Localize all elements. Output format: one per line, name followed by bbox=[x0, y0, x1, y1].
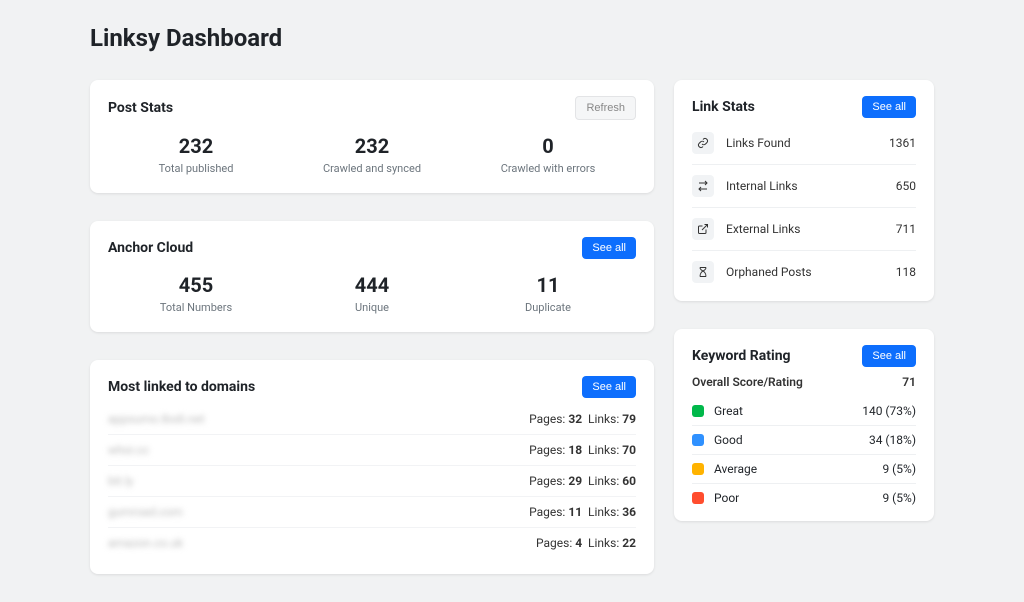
rating-value: 9 (5%) bbox=[882, 491, 916, 505]
domain-meta: Pages: 11 Links: 36 bbox=[529, 505, 636, 519]
rating-label: Great bbox=[714, 404, 743, 418]
external-icon bbox=[692, 218, 714, 240]
keyword-rating-row: Average 9 (5%) bbox=[692, 455, 916, 484]
keyword-rating-heading: Keyword Rating bbox=[692, 348, 791, 364]
post-stats-row: 232 Total published 232 Crawled and sync… bbox=[108, 130, 636, 177]
link-icon bbox=[692, 132, 714, 154]
domain-meta: Pages: 29 Links: 60 bbox=[529, 474, 636, 488]
post-stats-value: 232 bbox=[108, 134, 284, 158]
rating-value: 140 (73%) bbox=[862, 404, 916, 418]
rating-swatch bbox=[692, 405, 704, 417]
post-stats-card: Post Stats Refresh 232 Total published 2… bbox=[90, 80, 654, 193]
link-stats-row[interactable]: Orphaned Posts 118 bbox=[692, 251, 916, 285]
keyword-rating-row: Great 140 (73%) bbox=[692, 397, 916, 426]
orphan-icon bbox=[692, 261, 714, 283]
domain-row[interactable]: whoi.cc Pages: 18 Links: 70 bbox=[108, 435, 636, 466]
link-stats-card: Link Stats See all Links Found 1361 Intern… bbox=[674, 80, 934, 301]
domain-meta: Pages: 32 Links: 79 bbox=[529, 412, 636, 426]
anchor-cloud-value: 444 bbox=[284, 273, 460, 297]
anchor-cloud-row: 455 Total Numbers 444 Unique 11 Duplicat… bbox=[108, 269, 636, 316]
anchor-cloud-heading: Anchor Cloud bbox=[108, 240, 193, 256]
post-stats-value: 0 bbox=[460, 134, 636, 158]
link-stats-heading: Link Stats bbox=[692, 99, 755, 115]
keyword-rating-row: Good 34 (18%) bbox=[692, 426, 916, 455]
domain-row[interactable]: amazon.co.uk Pages: 4 Links: 22 bbox=[108, 528, 636, 558]
post-stats-value: 232 bbox=[284, 134, 460, 158]
see-all-button[interactable]: See all bbox=[582, 237, 636, 259]
link-stats-label: External Links bbox=[726, 222, 800, 236]
domain-name: bit.ly bbox=[108, 474, 133, 488]
anchor-cloud-card: Anchor Cloud See all 455 Total Numbers 4… bbox=[90, 221, 654, 332]
domain-row[interactable]: bit.ly Pages: 29 Links: 60 bbox=[108, 466, 636, 497]
domains-heading: Most linked to domains bbox=[108, 379, 255, 395]
link-stats-value: 118 bbox=[896, 265, 916, 279]
domain-meta: Pages: 4 Links: 22 bbox=[536, 536, 636, 550]
domain-meta: Pages: 18 Links: 70 bbox=[529, 443, 636, 457]
domain-row[interactable]: gumroad.com Pages: 11 Links: 36 bbox=[108, 497, 636, 528]
link-stats-label: Internal Links bbox=[726, 179, 798, 193]
domain-name: gumroad.com bbox=[108, 505, 183, 519]
domain-name: appsumo.8odi.net bbox=[108, 412, 205, 426]
link-stats-value: 650 bbox=[896, 179, 916, 193]
post-stats-label: Crawled with errors bbox=[460, 162, 636, 175]
rating-swatch bbox=[692, 434, 704, 446]
domain-row[interactable]: appsumo.8odi.net Pages: 32 Links: 79 bbox=[108, 404, 636, 435]
post-stats-label: Total published bbox=[108, 162, 284, 175]
keyword-rating-card: Keyword Rating See all Overall Score/Rat… bbox=[674, 329, 934, 521]
rating-label: Average bbox=[714, 462, 757, 476]
keyword-rating-row: Poor 9 (5%) bbox=[692, 484, 916, 505]
rating-label: Poor bbox=[714, 491, 739, 505]
internal-icon bbox=[692, 175, 714, 197]
rating-value: 34 (18%) bbox=[869, 433, 916, 447]
link-stats-label: Links Found bbox=[726, 136, 791, 150]
link-stats-row[interactable]: Links Found 1361 bbox=[692, 122, 916, 165]
anchor-cloud-label: Duplicate bbox=[460, 301, 636, 314]
page-title: Linksy Dashboard bbox=[90, 24, 934, 52]
rating-label: Good bbox=[714, 433, 743, 447]
link-stats-value: 1361 bbox=[889, 136, 916, 150]
refresh-button[interactable]: Refresh bbox=[575, 96, 636, 120]
domain-name: whoi.cc bbox=[108, 443, 149, 457]
rating-swatch bbox=[692, 463, 704, 475]
link-stats-value: 711 bbox=[896, 222, 916, 236]
rating-value: 9 (5%) bbox=[882, 462, 916, 476]
rating-swatch bbox=[692, 492, 704, 504]
link-stats-label: Orphaned Posts bbox=[726, 265, 812, 279]
anchor-cloud-label: Unique bbox=[284, 301, 460, 314]
anchor-cloud-value: 11 bbox=[460, 273, 636, 297]
overall-score-value: 71 bbox=[902, 375, 916, 389]
see-all-button[interactable]: See all bbox=[862, 96, 916, 118]
see-all-button[interactable]: See all bbox=[582, 376, 636, 398]
see-all-button[interactable]: See all bbox=[862, 345, 916, 367]
domain-name: amazon.co.uk bbox=[108, 536, 183, 550]
anchor-cloud-label: Total Numbers bbox=[108, 301, 284, 314]
domains-card: Most linked to domains See all appsumo.8… bbox=[90, 360, 654, 574]
link-stats-row[interactable]: External Links 711 bbox=[692, 208, 916, 251]
post-stats-heading: Post Stats bbox=[108, 100, 173, 116]
overall-score-label: Overall Score/Rating bbox=[692, 375, 803, 389]
link-stats-row[interactable]: Internal Links 650 bbox=[692, 165, 916, 208]
anchor-cloud-value: 455 bbox=[108, 273, 284, 297]
post-stats-label: Crawled and synced bbox=[284, 162, 460, 175]
